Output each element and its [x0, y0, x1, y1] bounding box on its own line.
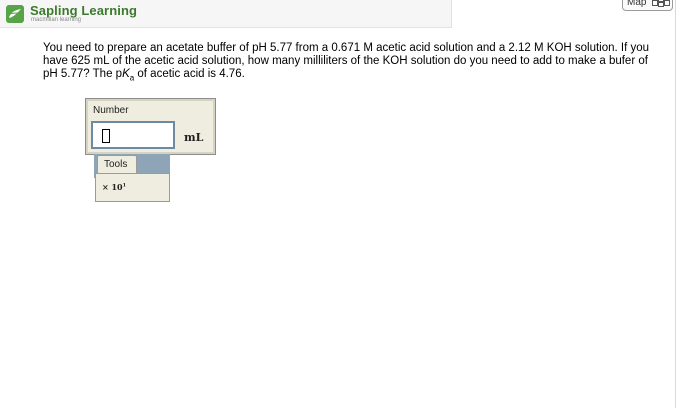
question-text: You need to prepare an acetate buffer of… [43, 42, 663, 84]
sci-prefix: × 10 [102, 182, 123, 192]
brand-name: Sapling Learning [30, 3, 138, 18]
brand-subtitle: macmillan learning [31, 17, 82, 23]
question-k-italic: K [122, 68, 130, 80]
tools-tab-label: Tools [104, 159, 128, 170]
question-text-end: of acetic acid is 4.76. [134, 68, 245, 80]
answer-panel: Number mL [85, 98, 216, 155]
number-label: Number [93, 105, 129, 116]
scientific-notation-button[interactable]: × 101 [102, 182, 126, 192]
tools-tab[interactable]: Tools [97, 155, 137, 174]
map-blocks-icon [652, 0, 670, 7]
input-caret [102, 129, 110, 143]
sapling-leaf-icon [6, 5, 24, 23]
app-header: Sapling Learning macmillan learning [0, 0, 452, 28]
unit-label: mL [184, 131, 204, 144]
map-button[interactable]: Map [622, 0, 673, 11]
map-button-label: Map [627, 0, 647, 8]
tools-panel: × 101 [95, 173, 170, 202]
number-input[interactable] [91, 121, 175, 149]
sci-exponent: 1 [122, 182, 127, 189]
